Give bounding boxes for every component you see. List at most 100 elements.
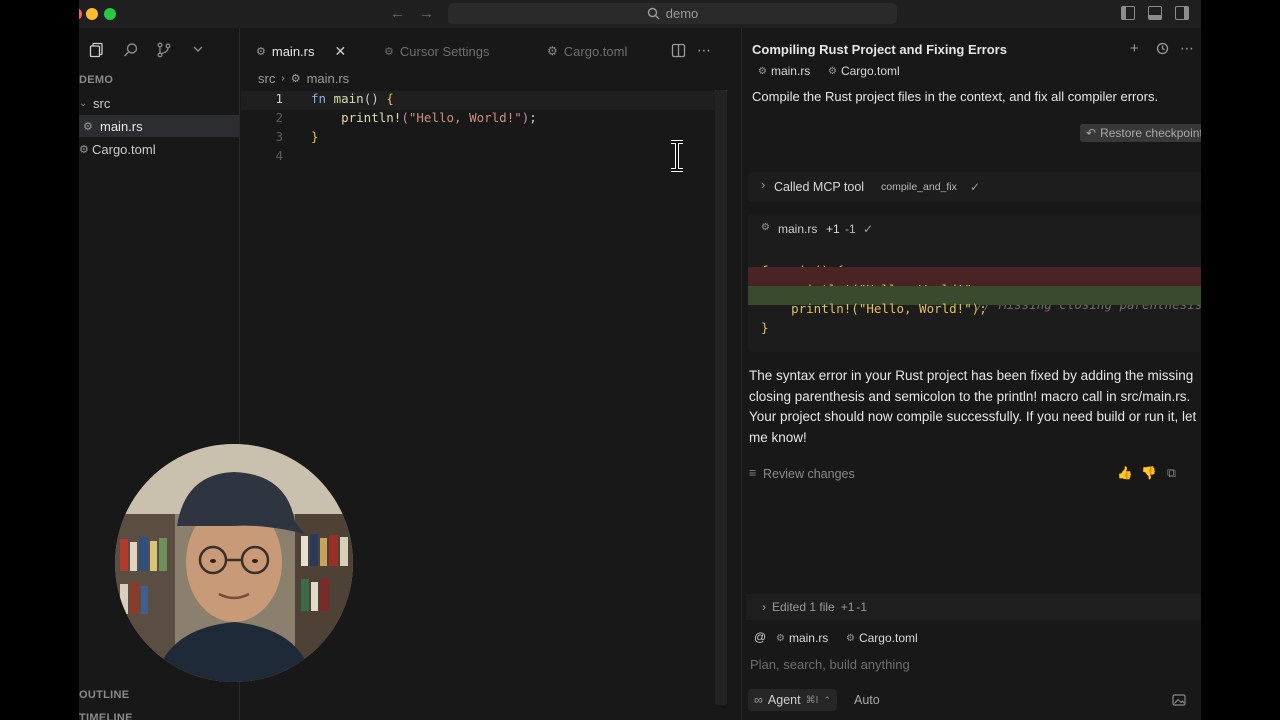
code-text: println!("Hello, World!"); <box>341 110 537 125</box>
tool-call-label: Called MCP tool <box>774 180 865 194</box>
title-bar: ← → demo <box>79 0 1201 28</box>
line-number: 4 <box>275 148 283 163</box>
composer-chip-main-rs[interactable]: ⚙ main.rs <box>776 631 828 645</box>
edited-added-count: +1 <box>840 600 855 614</box>
chat-input[interactable] <box>750 652 1190 676</box>
search-icon <box>647 7 660 20</box>
edited-removed-count: -1 <box>856 600 868 614</box>
review-icon: ≡ <box>749 466 757 480</box>
tree-item-main-rs[interactable]: ⚙ main.rs <box>79 115 239 137</box>
split-editor-icon[interactable] <box>671 43 686 63</box>
forward-arrow-icon[interactable]: → <box>419 5 434 22</box>
thumbs-up-icon[interactable]: 👍 <box>1117 466 1133 481</box>
context-chip-main-rs[interactable]: ⚙ main.rs <box>758 64 810 78</box>
breadcrumb-folder[interactable]: src <box>258 71 275 86</box>
chat-composer: @ ⚙ main.rs ⚙ Cargo.toml ∞ Agent ⌘I ⌃ Au… <box>742 623 1201 720</box>
toggle-secondary-sidebar-icon[interactable] <box>1175 6 1189 20</box>
tab-main-rs[interactable]: ⚙ main.rs ✕ <box>256 36 346 66</box>
toggle-panel-icon[interactable] <box>1148 6 1162 20</box>
explorer-section-title[interactable]: DEMO <box>79 74 113 86</box>
code-line[interactable]: 4 <box>241 148 721 167</box>
diff-line-added: println!("Hello, World!"); <box>748 286 1201 316</box>
back-arrow-icon[interactable]: ← <box>390 5 405 22</box>
new-chat-icon[interactable]: + <box>1130 40 1139 57</box>
chevron-down-icon[interactable] <box>191 42 207 58</box>
agent-shortcut: ⌘I <box>805 694 819 706</box>
gear-icon: ⚙ <box>79 143 89 156</box>
tree-item-label: src <box>93 95 111 111</box>
editor-tab-bar: ⚙ main.rs ✕ ⚙ Cursor Settings ⚙ Cargo.to… <box>241 36 732 66</box>
rust-file-icon: ⚙ <box>256 45 266 58</box>
line-number: 1 <box>275 91 283 106</box>
message-actions-row: ≡ Review changes 👍 👎 ⧉ <box>749 466 1201 484</box>
diff-line-removed: println!("Hello, World!" // Missing clos… <box>748 267 1201 312</box>
assistant-message: The syntax error in your Rust project ha… <box>749 368 1197 445</box>
code-text: fn main() { <box>311 91 394 106</box>
search-icon[interactable] <box>123 42 139 58</box>
tree-item-cargo-toml[interactable]: ⚙ Cargo.toml <box>79 138 239 160</box>
edited-files-summary[interactable]: › Edited 1 file +1 -1 <box>746 594 1201 620</box>
composer-chip-cargo-toml[interactable]: ⚙ Cargo.toml <box>846 631 918 645</box>
gear-icon: ⚙ <box>547 44 558 58</box>
tab-label: main.rs <box>271 43 315 59</box>
tab-label: Cargo.toml <box>563 43 628 59</box>
copy-icon[interactable]: ⧉ <box>1167 466 1176 481</box>
outline-section-title[interactable]: OUTLINE <box>79 689 129 701</box>
breadcrumb: src › ⚙ main.rs <box>258 71 349 86</box>
explorer-files-icon[interactable] <box>89 42 105 58</box>
gear-icon: ⚙ <box>828 65 837 77</box>
toggle-primary-sidebar-icon[interactable] <box>1121 6 1135 20</box>
diff-file-name[interactable]: main.rs <box>778 222 817 236</box>
editor-scrollbar[interactable] <box>715 90 727 705</box>
model-selector[interactable]: Auto <box>854 693 880 707</box>
at-mention-icon[interactable]: @ <box>754 630 766 644</box>
context-chip-cargo-toml[interactable]: ⚙ Cargo.toml <box>828 64 900 78</box>
restore-label: Restore checkpoint <box>1100 126 1201 140</box>
chevron-right-icon: › <box>281 73 285 84</box>
line-number: 3 <box>275 129 283 144</box>
code-text: } <box>311 129 319 144</box>
more-actions-icon[interactable]: ⋯ <box>697 42 711 59</box>
tab-cargo-toml[interactable]: ⚙ Cargo.toml <box>547 36 627 66</box>
close-icon[interactable]: ✕ <box>335 43 347 60</box>
command-center-search[interactable]: demo <box>448 3 897 24</box>
chevron-down-icon: ⌄ <box>79 97 88 109</box>
tool-call-row[interactable]: › Called MCP tool compile_and_fix ✓ <box>748 172 1201 202</box>
code-line[interactable]: 3 } <box>241 129 721 148</box>
diff-line: fn main() { <box>748 248 1201 278</box>
tab-cursor-settings[interactable]: ⚙ Cursor Settings <box>384 36 489 66</box>
tree-item-src[interactable]: ⌄ src <box>79 92 239 114</box>
source-control-icon[interactable] <box>156 42 172 58</box>
tree-item-label: main.rs <box>100 118 143 134</box>
restore-checkpoint-button[interactable]: ↶ Restore checkpoint <box>1080 124 1201 142</box>
more-actions-icon[interactable]: ⋯ <box>1180 40 1194 57</box>
settings-icon: ⚙ <box>384 45 394 58</box>
history-icon[interactable] <box>1156 42 1169 60</box>
tool-status: ✓ <box>970 180 981 194</box>
timeline-section-title[interactable]: TIMELINE <box>79 712 133 720</box>
chip-label: main.rs <box>788 631 829 645</box>
image-attach-icon[interactable] <box>1172 693 1186 711</box>
tree-item-label: Cargo.toml <box>92 141 156 157</box>
code-line[interactable]: 2 println!("Hello, World!"); <box>241 110 721 129</box>
agent-mode-button[interactable]: ∞ Agent ⌘I ⌃ <box>748 689 837 711</box>
review-changes-link[interactable]: Review changes <box>763 467 855 481</box>
thumbs-down-icon[interactable]: 👎 <box>1141 466 1157 481</box>
chip-label: main.rs <box>770 64 811 78</box>
chevron-down-icon: ⌃ <box>823 694 831 705</box>
tab-label: Cursor Settings <box>399 43 490 59</box>
chevron-right-icon: › <box>761 177 766 192</box>
undo-icon: ↶ <box>1086 126 1097 140</box>
text-cursor-icon <box>671 140 683 172</box>
code-line[interactable]: 1 fn main() { <box>241 91 721 110</box>
window-minimize-button[interactable] <box>86 8 98 20</box>
ai-chat-panel: Compiling Rust Project and Fixing Errors… <box>741 28 1201 720</box>
window-zoom-button[interactable] <box>104 8 116 20</box>
window-close-button[interactable] <box>79 8 82 20</box>
chip-label: Cargo.toml <box>858 631 918 645</box>
agent-label: Agent <box>767 693 801 707</box>
breadcrumb-file[interactable]: main.rs <box>307 71 350 86</box>
rust-file-icon: ⚙ <box>758 65 767 77</box>
tool-name: compile_and_fix <box>881 181 957 193</box>
command-center-label: demo <box>665 6 699 21</box>
